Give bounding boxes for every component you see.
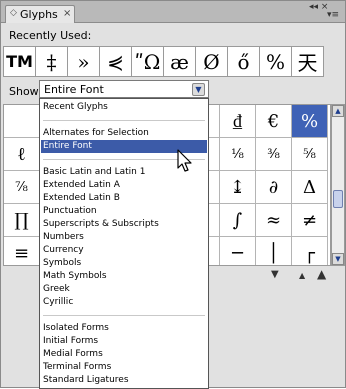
dropdown-item[interactable]: Extended Latin A	[41, 179, 207, 192]
dropdown-item[interactable]: Medial Forms	[41, 348, 207, 361]
glyphs-panel: ◇ Glyphs × ◂◂ × ▾≡ Recently Used: TM ‡ »…	[0, 0, 346, 389]
glyph-cell[interactable]: ↨	[220, 171, 256, 204]
dropdown-item[interactable]: Numbers	[41, 231, 207, 244]
glyph-cell[interactable]: ─	[220, 237, 256, 265]
scroll-thumb[interactable]	[333, 190, 343, 208]
glyph-cell[interactable]: ≡	[4, 237, 40, 265]
zoom-in-icon[interactable]: ▲	[317, 267, 326, 281]
glyph-cell[interactable]: ≠	[292, 204, 328, 237]
dropdown-separator	[43, 120, 205, 121]
mouse-pointer-icon	[177, 149, 192, 172]
glyph-cell[interactable]	[4, 105, 40, 138]
show-label: Show:	[9, 85, 42, 98]
glyph-cell[interactable]: ∏	[4, 204, 40, 237]
dropdown-separator	[43, 315, 205, 316]
dropdown-item[interactable]: Superscripts & Subscripts	[41, 218, 207, 231]
recent-glyphs-row: TM ‡ » ⋞ ʺΩ æ Ø ő % 天	[3, 46, 324, 77]
chevron-down-icon[interactable]: ▼	[192, 83, 205, 96]
glyph-cell[interactable]: ≈	[256, 204, 292, 237]
dropdown-item[interactable]: Alternates for Selection	[41, 127, 207, 140]
recent-glyph[interactable]: æ	[164, 47, 196, 77]
glyph-cell[interactable]: ┌	[292, 237, 328, 265]
panel-menu-icon[interactable]: ▾≡	[327, 10, 339, 20]
font-menu-icon[interactable]: ▼	[271, 269, 279, 280]
show-select-value: Entire Font	[44, 83, 104, 96]
recent-glyph[interactable]: ⋞	[100, 47, 132, 77]
glyph-cell[interactable]: ∫	[220, 204, 256, 237]
show-dropdown-list: Recent Glyphs Alternates for Selection Ent…	[39, 98, 209, 389]
recent-glyph[interactable]: 天	[292, 47, 324, 77]
collapse-panel-icon[interactable]: ◂◂ ×	[309, 2, 328, 12]
tab-glyphs[interactable]: ◇ Glyphs ×	[5, 5, 75, 23]
tab-grip-icon: ◇	[10, 8, 17, 18]
recent-glyph[interactable]: ‡	[36, 47, 68, 77]
dropdown-item[interactable]: Initial Forms	[41, 335, 207, 348]
zoom-out-icon[interactable]: ▲	[299, 271, 305, 280]
scroll-up-icon[interactable]: ▲	[332, 105, 344, 117]
dropdown-item[interactable]: Extended Latin B	[41, 192, 207, 205]
glyph-cell[interactable]: ¹⁄₈	[220, 138, 256, 171]
glyph-cell[interactable]: Δ	[292, 171, 328, 204]
dropdown-item[interactable]: Currency	[41, 244, 207, 257]
recent-glyph[interactable]: »	[68, 47, 100, 77]
dropdown-item[interactable]: Punctuation	[41, 205, 207, 218]
scroll-down-icon[interactable]: ▼	[332, 253, 344, 265]
dropdown-item[interactable]: Math Symbols	[41, 270, 207, 283]
glyph-cell[interactable]: ₫	[220, 105, 256, 138]
glyph-cell[interactable]: │	[256, 237, 292, 265]
glyph-cell[interactable]: €	[256, 105, 292, 138]
recent-glyph[interactable]: %	[260, 47, 292, 77]
close-tab-icon[interactable]: ×	[63, 8, 71, 19]
dropdown-item[interactable]: Cyrillic	[41, 296, 207, 309]
recent-glyph[interactable]: TM	[4, 47, 36, 77]
dropdown-item[interactable]: Terminal Forms	[41, 361, 207, 374]
recent-glyph[interactable]: Ø	[196, 47, 228, 77]
glyph-cell[interactable]: ⁷⁄₈	[4, 171, 40, 204]
glyph-cell[interactable]: ⁵⁄₈	[292, 138, 328, 171]
glyph-grid-scrollbar[interactable]: ▲ ▼	[331, 104, 345, 266]
recent-glyph[interactable]: ʺΩ	[132, 47, 164, 77]
panel-tab-bar: ◇ Glyphs × ◂◂ × ▾≡	[1, 1, 345, 23]
glyph-cell[interactable]: ℓ	[4, 138, 40, 171]
dropdown-item[interactable]: Symbols	[41, 257, 207, 270]
dropdown-item[interactable]: Greek	[41, 283, 207, 296]
glyph-cell[interactable]: %	[292, 105, 328, 138]
dropdown-item[interactable]: Standard Ligatures	[41, 374, 207, 387]
glyph-cell[interactable]: ∂	[256, 171, 292, 204]
recently-used-label: Recently Used:	[9, 29, 92, 42]
dropdown-item[interactable]: Recent Glyphs	[41, 101, 207, 114]
dropdown-item[interactable]: Isolated Forms	[41, 322, 207, 335]
tab-label: Glyphs	[20, 8, 58, 21]
recent-glyph[interactable]: ő	[228, 47, 260, 77]
glyph-cell[interactable]: ³⁄₈	[256, 138, 292, 171]
show-select[interactable]: Entire Font ▼	[39, 80, 209, 98]
